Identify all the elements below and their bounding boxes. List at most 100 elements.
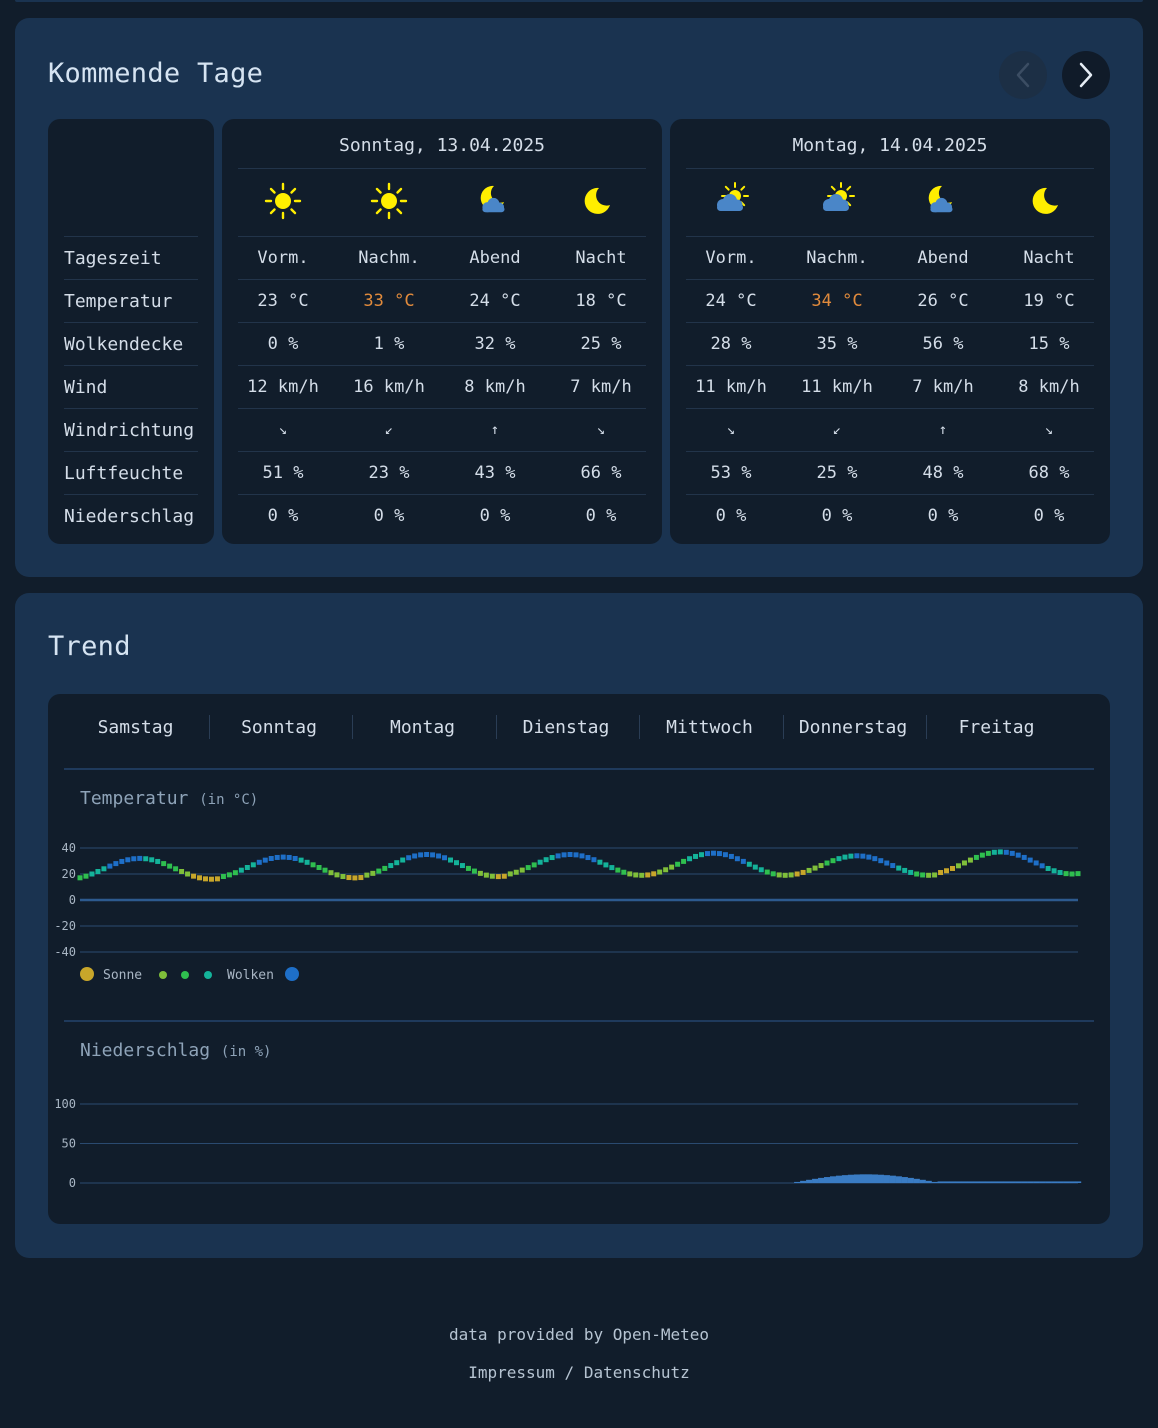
temperature-value: 18 °C bbox=[575, 291, 627, 311]
row-label: Temperatur bbox=[64, 279, 198, 322]
sun-icon bbox=[264, 182, 302, 220]
day-card-monday: Montag, 14.04.2025 Vorm. Nachm. Abend Nacht 2… bbox=[670, 119, 1110, 544]
temperature-point bbox=[770, 871, 776, 877]
wind-speed-value: 7 km/h bbox=[912, 377, 974, 397]
wind-direction-arrow: ↘ bbox=[1044, 422, 1054, 438]
precipitation-bar bbox=[955, 1181, 962, 1183]
temperature-point bbox=[836, 856, 842, 862]
tabs-divider bbox=[64, 768, 1094, 770]
data-credit[interactable]: data provided by Open-Meteo bbox=[0, 1325, 1158, 1344]
temperature-point bbox=[358, 875, 364, 881]
precipitation-bar bbox=[937, 1181, 944, 1183]
temperature-point bbox=[316, 865, 322, 870]
temperature-point bbox=[812, 865, 818, 871]
temperature-point bbox=[884, 860, 890, 866]
temperature-point bbox=[465, 865, 471, 871]
legend-sun-dot bbox=[80, 967, 94, 981]
wind-speed-value: 8 km/h bbox=[1018, 377, 1080, 397]
precipitation-bar bbox=[794, 1181, 801, 1183]
temperature-point bbox=[226, 872, 232, 878]
day-date: Montag, 14.04.2025 bbox=[792, 135, 988, 156]
temperature-point bbox=[531, 862, 537, 868]
legend-clouds-dot bbox=[285, 967, 299, 981]
precipitation-bar bbox=[979, 1181, 986, 1183]
temperature-point bbox=[113, 861, 119, 867]
trend-title: Trend bbox=[48, 631, 131, 662]
trend-day-tab[interactable]: Montag bbox=[351, 714, 494, 740]
temperature-point bbox=[382, 865, 388, 871]
legal-links[interactable]: Impressum / Datenschutz bbox=[0, 1363, 1158, 1382]
wind-direction-arrow: ↙ bbox=[832, 422, 842, 438]
precipitation-bar bbox=[1033, 1181, 1040, 1183]
temperature-point bbox=[794, 871, 800, 877]
weather-icon-cell bbox=[442, 171, 548, 231]
precipitation-bar bbox=[925, 1180, 932, 1183]
trend-day-tab[interactable]: Mittwoch bbox=[638, 714, 781, 740]
precipitation-title-text: Niederschlag bbox=[80, 1040, 211, 1061]
trend-day-tab[interactable]: Sonntag bbox=[208, 714, 351, 740]
temperature-point bbox=[944, 868, 950, 874]
temperature-value: 33 °C bbox=[363, 291, 415, 311]
sun-icon bbox=[370, 182, 408, 220]
temperature-point bbox=[328, 870, 334, 876]
temperature-point bbox=[1069, 871, 1075, 877]
period-label: Nacht bbox=[1023, 248, 1075, 268]
moon-icon bbox=[1032, 187, 1058, 214]
precipitation-value: 0 % bbox=[715, 506, 747, 526]
temperature-point bbox=[860, 853, 866, 859]
previous-days-button[interactable] bbox=[999, 51, 1047, 99]
y-tick-label: 20 bbox=[62, 867, 76, 881]
precipitation-value: 0 % bbox=[585, 506, 617, 526]
temperature-point bbox=[633, 872, 639, 878]
precipitation-bar bbox=[901, 1177, 908, 1183]
temperature-point bbox=[681, 858, 687, 864]
row-label: Tageszeit bbox=[64, 236, 198, 279]
temperature-point bbox=[1033, 860, 1039, 866]
temperature-point bbox=[131, 856, 137, 862]
temperature-point bbox=[388, 863, 394, 869]
temperature-point bbox=[453, 860, 459, 866]
weather-icon-cell bbox=[996, 171, 1102, 231]
temperature-point bbox=[471, 868, 477, 874]
period-label: Abend bbox=[917, 248, 969, 268]
trend-day-tab[interactable]: Donnerstag bbox=[782, 714, 925, 740]
legend-scale-dot bbox=[181, 971, 189, 979]
chevron-right-icon bbox=[1079, 62, 1093, 88]
temperature-point bbox=[961, 860, 967, 866]
temperature-point bbox=[585, 855, 591, 861]
wind-direction-arrow: ↘ bbox=[596, 422, 606, 438]
temperature-point bbox=[394, 860, 400, 866]
precipitation-chart: 100 50 0 bbox=[54, 1097, 1082, 1190]
temperature-point bbox=[567, 852, 573, 857]
trend-card: Samstag Sonntag Montag Dienstag Mittwoch Donn… bbox=[48, 694, 1110, 1224]
temperature-point bbox=[173, 866, 179, 872]
temperature-point bbox=[788, 872, 794, 878]
precipitation-bar bbox=[985, 1181, 992, 1183]
temperature-point bbox=[1015, 852, 1021, 858]
precipitation-bar bbox=[853, 1174, 861, 1183]
next-days-button[interactable] bbox=[1062, 51, 1110, 99]
temperature-point bbox=[340, 874, 346, 880]
temperature-point bbox=[591, 857, 597, 863]
temperature-value: 24 °C bbox=[705, 291, 757, 311]
temperature-point bbox=[627, 871, 633, 877]
humidity-value: 53 % bbox=[710, 463, 752, 483]
precipitation-bar bbox=[847, 1174, 855, 1183]
trend-day-tab[interactable]: Dienstag bbox=[495, 714, 638, 740]
humidity-value: 23 % bbox=[368, 463, 410, 483]
weather-icon-cell bbox=[336, 171, 442, 231]
temperature-point bbox=[932, 872, 938, 878]
trend-day-tab[interactable]: Freitag bbox=[925, 714, 1068, 740]
temperature-point bbox=[77, 875, 83, 881]
temperature-point bbox=[806, 867, 812, 873]
cloud-cover-value: 25 % bbox=[580, 334, 622, 354]
temperature-point bbox=[280, 854, 286, 860]
precipitation-chart-title: Niederschlag (in %) bbox=[80, 1040, 271, 1061]
precipitation-bar bbox=[829, 1176, 837, 1183]
temperature-value: 24 °C bbox=[469, 291, 521, 311]
precipitation-bar bbox=[973, 1181, 980, 1183]
temperature-point bbox=[549, 855, 555, 861]
temperature-point bbox=[370, 870, 376, 876]
trend-day-tab[interactable]: Samstag bbox=[64, 714, 207, 740]
temperature-point bbox=[1045, 865, 1051, 871]
